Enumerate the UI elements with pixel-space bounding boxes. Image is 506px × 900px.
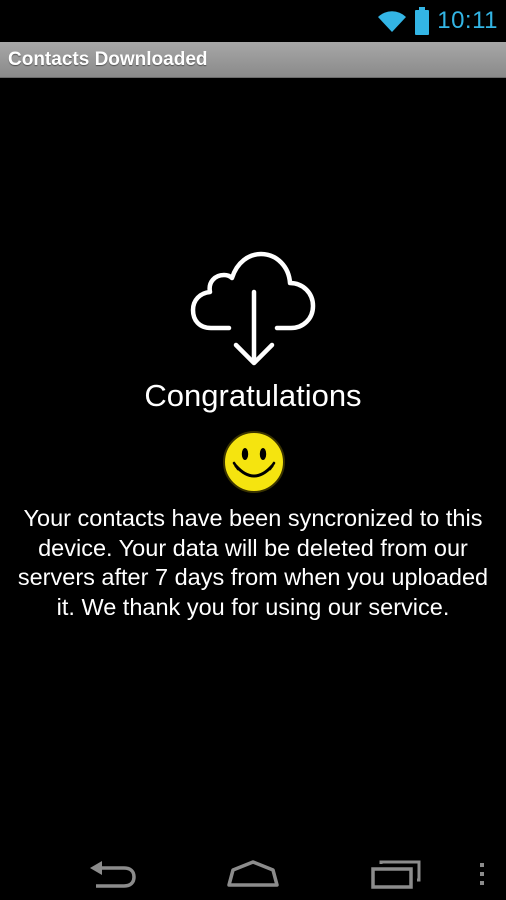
- back-button[interactable]: [80, 852, 144, 896]
- menu-icon: [480, 863, 484, 885]
- navigation-bar: [0, 846, 506, 900]
- title-bar: Contacts Downloaded: [0, 42, 506, 78]
- home-icon: [227, 860, 279, 887]
- app-screen: 10:11 Contacts Downloaded Congratulation…: [0, 0, 506, 900]
- menu-button[interactable]: [470, 852, 494, 896]
- battery-icon: [415, 7, 430, 35]
- page-title: Contacts Downloaded: [8, 49, 208, 70]
- status-clock: 10:11: [437, 7, 498, 34]
- recent-apps-icon: [371, 860, 421, 889]
- cloud-download-icon: [190, 251, 316, 366]
- smiley-face-icon: [223, 431, 285, 493]
- status-bar: 10:11: [0, 0, 506, 42]
- home-button[interactable]: [220, 852, 286, 896]
- status-icons: 10:11: [377, 6, 498, 36]
- recent-apps-button[interactable]: [364, 852, 428, 896]
- back-icon: [90, 861, 136, 888]
- wifi-icon: [378, 11, 407, 32]
- sync-message: Your contacts have been syncronized to t…: [17, 505, 489, 620]
- congratulations-heading: Congratulations: [144, 378, 362, 413]
